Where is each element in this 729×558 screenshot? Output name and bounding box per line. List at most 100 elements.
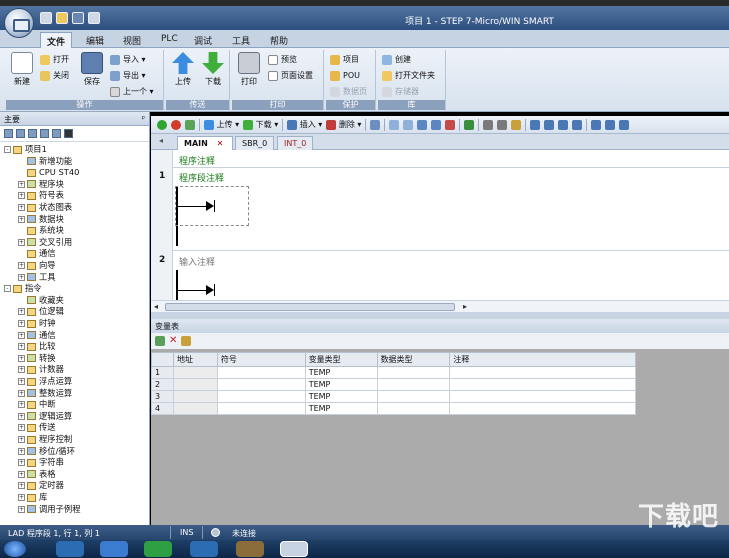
tab-scroll-left-icon[interactable]: ◂ <box>159 136 163 145</box>
rung-comment[interactable]: 输入注释 <box>179 255 215 268</box>
tree-item[interactable]: 系统块 <box>18 225 64 237</box>
cell-address[interactable] <box>172 390 218 403</box>
expand-icon[interactable]: + <box>18 436 25 443</box>
table-row[interactable]: 2 TEMP <box>151 378 636 391</box>
tab-close-icon[interactable]: ✕ <box>217 139 224 148</box>
compile-icon[interactable] <box>185 119 195 130</box>
horizontal-scrollbar[interactable]: ◂ ▸ <box>151 300 729 312</box>
cell-symbol[interactable] <box>216 390 306 403</box>
tab-debug[interactable]: 调试 <box>188 32 218 48</box>
tree-item[interactable]: + 定时器 <box>18 480 64 492</box>
clear-icon[interactable] <box>445 119 456 130</box>
view-icon[interactable] <box>52 129 61 138</box>
scroll-left-icon[interactable]: ◂ <box>154 302 158 311</box>
cell-var-type[interactable]: TEMP <box>304 366 378 379</box>
expand-icon[interactable]: + <box>18 459 25 467</box>
tree-item[interactable]: + 比较 <box>18 341 56 353</box>
cell-var-type[interactable]: TEMP <box>304 378 378 391</box>
cell-data-type[interactable] <box>376 378 451 391</box>
collapse-icon[interactable]: - <box>4 285 11 293</box>
expand-icon[interactable]: + <box>18 238 25 246</box>
row-number[interactable]: 2 <box>151 378 174 391</box>
tree-item[interactable]: + 状态图表 <box>18 202 72 214</box>
tree-item[interactable]: + 通信 <box>18 330 56 342</box>
toolbar-insert-button[interactable]: 插入 ▾ <box>287 119 322 130</box>
row-number[interactable]: 1 <box>151 366 174 379</box>
view-icon[interactable] <box>28 129 37 138</box>
refresh-icon[interactable] <box>431 119 442 130</box>
close-button[interactable]: 关闭 <box>40 70 69 82</box>
taskbar-step7-icon[interactable] <box>280 541 308 557</box>
table-row[interactable]: 1 TEMP <box>151 366 636 379</box>
tree-item[interactable]: 收藏夹 <box>18 295 64 307</box>
tree-item[interactable]: + 移位/循环 <box>18 446 75 458</box>
expand-icon[interactable]: + <box>18 331 25 339</box>
expand-icon[interactable]: + <box>18 308 25 316</box>
expand-icon[interactable]: + <box>18 494 25 501</box>
line-icon[interactable] <box>572 119 583 130</box>
expand-icon[interactable]: + <box>18 412 25 420</box>
tree-item[interactable]: + 程序块 <box>18 179 64 191</box>
scroll-thumb[interactable] <box>165 303 455 311</box>
tree-item[interactable]: + 数据块 <box>18 214 64 226</box>
cell-var-type[interactable]: TEMP <box>304 390 378 403</box>
tree-item[interactable]: + 传送 <box>18 422 56 434</box>
application-menu-button[interactable] <box>4 8 34 38</box>
tree-item[interactable]: + 位逻辑 <box>18 306 64 318</box>
line-icon[interactable] <box>558 119 569 130</box>
tree-item[interactable]: + 逻辑运算 <box>18 411 72 423</box>
upload-button[interactable]: 上传 <box>170 52 196 87</box>
tree-item[interactable]: - 指令 <box>4 283 42 295</box>
window-icon[interactable] <box>389 119 400 130</box>
taskbar-app-icon[interactable] <box>144 541 172 557</box>
toolbar-delete-button[interactable]: 删除 ▾ <box>326 119 361 130</box>
datapage-protect-button[interactable]: 数据页 <box>330 86 367 98</box>
create-library-button[interactable]: 创建 <box>382 54 411 66</box>
tree-item[interactable]: + 字符串 <box>18 457 64 469</box>
cell-address[interactable] <box>172 402 218 415</box>
cell-data-type[interactable] <box>376 402 451 415</box>
toolbar-download-button[interactable]: 下载 ▾ <box>243 119 278 130</box>
new-button[interactable]: 新建 <box>8 52 36 87</box>
network-icon[interactable] <box>370 119 381 130</box>
expand-icon[interactable]: + <box>18 180 25 188</box>
cell-symbol[interactable] <box>216 366 306 379</box>
program-comment[interactable]: 程序注释 <box>179 154 215 167</box>
contact-icon[interactable] <box>591 119 602 130</box>
previous-button[interactable]: 上一个 ▾ <box>110 86 154 98</box>
tree-item[interactable]: + 整数运算 <box>18 388 72 400</box>
print-button[interactable]: 打印 <box>236 52 262 87</box>
window-icon[interactable] <box>403 119 414 130</box>
tree-item[interactable]: + 交叉引用 <box>18 237 72 249</box>
expand-icon[interactable]: + <box>18 482 25 490</box>
expand-icon[interactable]: + <box>18 389 25 397</box>
tree-item[interactable]: + 向导 <box>18 260 56 272</box>
cell-comment[interactable] <box>449 378 636 391</box>
cell-symbol[interactable] <box>216 402 306 415</box>
branch-icon[interactable] <box>530 119 541 130</box>
tree-item[interactable]: + 转换 <box>18 353 56 365</box>
monitor-icon[interactable] <box>464 119 475 130</box>
view-icon[interactable] <box>40 129 49 138</box>
expand-icon[interactable]: + <box>18 343 25 351</box>
tree-item[interactable]: + 计数器 <box>18 364 64 376</box>
page-setup-button[interactable]: 页面设置 <box>268 70 313 82</box>
cell-address[interactable] <box>172 366 218 379</box>
tree-item[interactable]: + 符号表 <box>18 190 64 202</box>
pin-icon[interactable]: ᵖ <box>142 114 145 123</box>
expand-icon[interactable]: + <box>18 320 25 327</box>
taskbar-app-icon[interactable] <box>100 541 128 557</box>
pane-splitter[interactable] <box>151 312 729 319</box>
taskbar-browser-icon[interactable] <box>190 541 218 557</box>
view-icon[interactable] <box>64 129 73 138</box>
expand-icon[interactable]: + <box>18 470 25 478</box>
expand-icon[interactable]: + <box>18 366 25 374</box>
pou-protect-button[interactable]: POU <box>330 70 360 82</box>
tree-item[interactable]: + 调用子例程 <box>18 504 81 516</box>
row-number[interactable]: 4 <box>151 402 174 415</box>
pin-icon[interactable] <box>181 336 192 346</box>
tree-item[interactable]: + 程序控制 <box>18 434 72 446</box>
tree-item[interactable]: + 表格 <box>18 469 56 481</box>
tab-tools[interactable]: 工具 <box>226 32 256 48</box>
branch-icon[interactable] <box>544 119 555 130</box>
